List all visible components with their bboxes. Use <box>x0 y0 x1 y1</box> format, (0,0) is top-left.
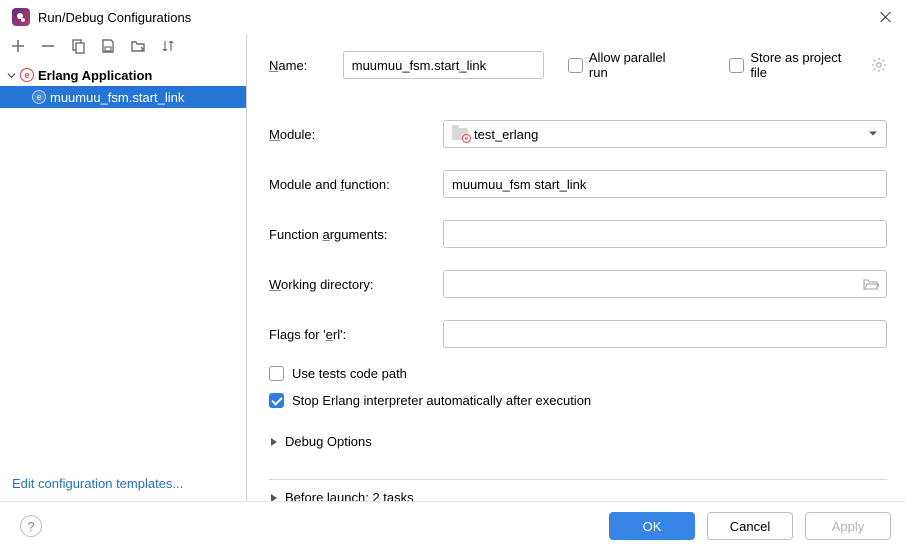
tree-item-label: muumuu_fsm.start_link <box>50 90 184 105</box>
triangle-right-icon <box>271 438 277 446</box>
store-project-checkbox[interactable] <box>729 58 744 73</box>
stop-after-checkbox[interactable] <box>269 393 284 408</box>
workdir-label: Working directory: <box>269 277 431 292</box>
mod-func-field[interactable] <box>443 170 887 198</box>
apply-button[interactable]: Apply <box>805 512 891 540</box>
gear-icon[interactable] <box>871 57 887 73</box>
form-panel: Name: Allow parallel run Store as projec… <box>247 34 905 501</box>
store-project-label: Store as project file <box>750 50 861 80</box>
flags-label: Flags for 'erl': <box>269 327 431 342</box>
edit-templates-link[interactable]: Edit configuration templates... <box>12 476 183 491</box>
debug-options-disclosure[interactable]: Debug Options <box>269 434 887 449</box>
func-args-field[interactable] <box>443 220 887 248</box>
flags-field[interactable] <box>443 320 887 348</box>
tree-item-muumuu-fsm[interactable]: e muumuu_fsm.start_link <box>0 86 246 108</box>
mod-func-label: Module and function: <box>269 177 431 192</box>
app-icon <box>12 8 30 26</box>
save-icon[interactable] <box>100 38 116 54</box>
module-label: Module: <box>269 127 431 142</box>
folder-icon: e <box>452 128 468 140</box>
config-toolbar <box>0 34 246 62</box>
module-value: test_erlang <box>474 127 538 142</box>
allow-parallel-label: Allow parallel run <box>589 50 688 80</box>
stop-after-label: Stop Erlang interpreter automatically af… <box>292 393 591 408</box>
erlang-icon: e <box>32 90 46 104</box>
window-title: Run/Debug Configurations <box>38 10 879 25</box>
sort-icon[interactable] <box>160 38 176 54</box>
folder-move-icon[interactable] <box>130 38 146 54</box>
module-combo[interactable]: e test_erlang <box>443 120 887 148</box>
before-launch-label: Before launch: 2 tasks <box>285 490 414 501</box>
name-label: Name: <box>269 58 331 73</box>
remove-icon[interactable] <box>40 38 56 54</box>
ok-button[interactable]: OK <box>609 512 695 540</box>
erlang-icon: e <box>20 68 34 82</box>
copy-icon[interactable] <box>70 38 86 54</box>
add-icon[interactable] <box>10 38 26 54</box>
separator <box>269 479 887 480</box>
use-tests-path-checkbox[interactable] <box>269 366 284 381</box>
chevron-down-icon[interactable] <box>6 70 16 80</box>
folder-open-icon[interactable] <box>863 277 879 291</box>
help-icon[interactable]: ? <box>20 515 42 537</box>
tree-root-label: Erlang Application <box>38 68 152 83</box>
name-field[interactable] <box>343 51 544 79</box>
triangle-right-icon <box>271 494 277 502</box>
config-tree: e Erlang Application e muumuu_fsm.start_… <box>0 62 246 466</box>
before-launch-disclosure[interactable]: Before launch: 2 tasks <box>269 490 887 501</box>
allow-parallel-checkbox[interactable] <box>568 58 583 73</box>
left-panel: e Erlang Application e muumuu_fsm.start_… <box>0 34 247 501</box>
title-bar: Run/Debug Configurations <box>0 0 905 34</box>
workdir-field[interactable] <box>443 270 887 298</box>
use-tests-path-label: Use tests code path <box>292 366 407 381</box>
tree-root-erlang-application[interactable]: e Erlang Application <box>0 64 246 86</box>
cancel-button[interactable]: Cancel <box>707 512 793 540</box>
dialog-footer: ? OK Cancel Apply <box>0 501 905 552</box>
chevron-down-icon <box>868 127 878 142</box>
debug-options-label: Debug Options <box>285 434 372 449</box>
close-icon[interactable] <box>879 10 893 24</box>
func-args-label: Function arguments: <box>269 227 431 242</box>
